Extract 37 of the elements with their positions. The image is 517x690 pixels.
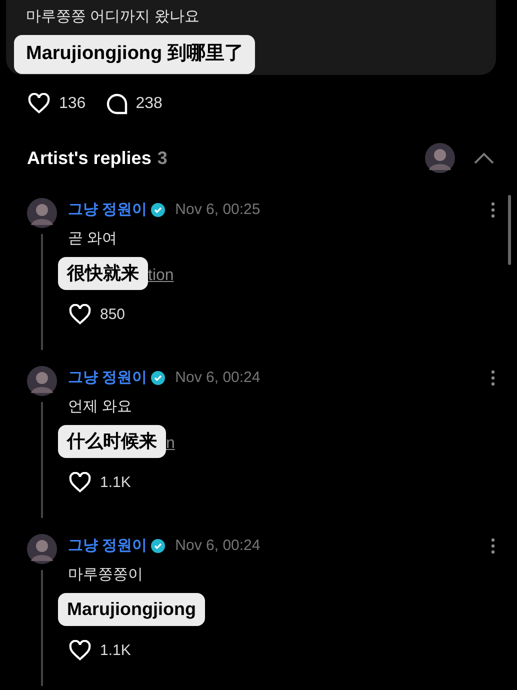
- timestamp: Nov 6, 00:25: [175, 200, 260, 220]
- section-title: Artist's replies: [27, 146, 152, 170]
- translation-label: Marujiongjiong 到哪里了: [14, 35, 256, 74]
- heart-icon[interactable]: [68, 472, 92, 494]
- reply-count: 238: [136, 94, 162, 114]
- heart-icon[interactable]: [68, 304, 92, 326]
- comment-icon[interactable]: [106, 93, 128, 115]
- scrollbar-thumb[interactable]: [508, 195, 511, 265]
- like-count: 136: [59, 94, 86, 114]
- like-count: 850: [100, 304, 126, 325]
- avatar-icon[interactable]: [27, 366, 57, 396]
- avatar-icon[interactable]: [27, 534, 57, 564]
- translation-label: 什么时候来: [58, 425, 166, 458]
- more-icon[interactable]: [491, 538, 495, 554]
- translation-label: Marujiongjiong: [58, 593, 205, 626]
- author-name[interactable]: 그냥 정원이: [68, 198, 148, 222]
- reply-text: 마루쫑쫑이: [68, 565, 144, 585]
- section-count: 3: [157, 146, 168, 170]
- translation-link[interactable]: n: [166, 432, 175, 456]
- collapse-icon[interactable]: [473, 151, 495, 165]
- more-icon[interactable]: [491, 202, 495, 218]
- translation-link[interactable]: tion: [148, 264, 174, 288]
- reply-text: 언제 와요: [68, 397, 134, 417]
- comment-text: 마루쫑쫑 어디까지 왔나요: [26, 7, 200, 27]
- avatar-icon[interactable]: [425, 143, 455, 173]
- more-icon[interactable]: [491, 370, 495, 386]
- author-name[interactable]: 그냥 정원이: [68, 366, 148, 390]
- translation-label: 很快就来: [58, 257, 148, 290]
- timestamp: Nov 6, 00:24: [175, 368, 260, 388]
- author-name[interactable]: 그냥 정원이: [68, 534, 148, 558]
- heart-icon[interactable]: [27, 93, 51, 115]
- timestamp: Nov 6, 00:24: [175, 536, 260, 556]
- reply-text: 곧 와여: [68, 229, 118, 249]
- avatar-icon[interactable]: [27, 198, 57, 228]
- heart-icon[interactable]: [68, 640, 92, 662]
- like-count: 1.1K: [100, 640, 131, 661]
- like-count: 1.1K: [100, 472, 131, 493]
